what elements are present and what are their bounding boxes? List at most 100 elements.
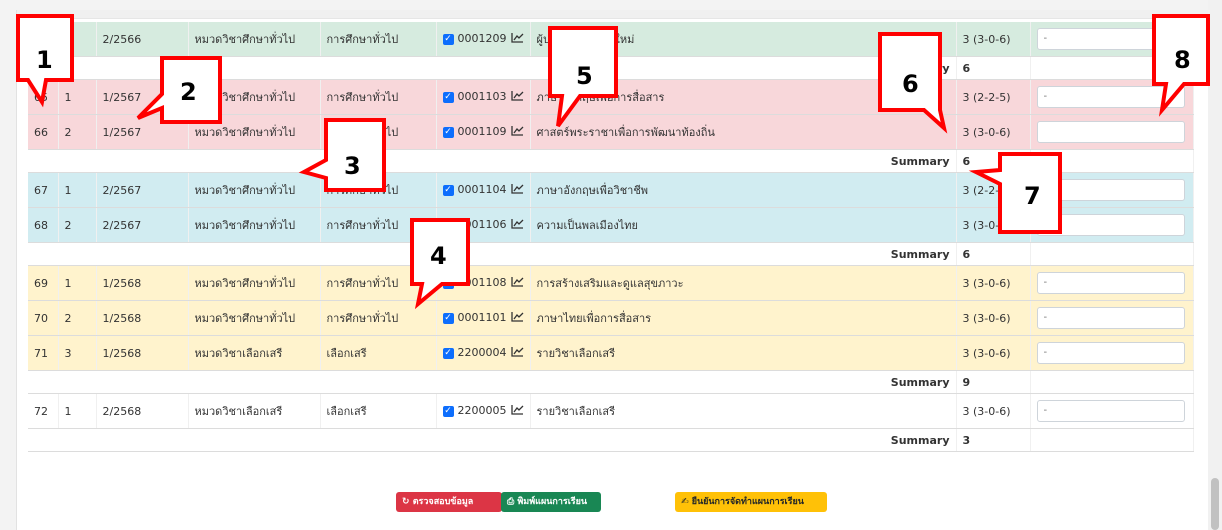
row-sequence: 2 <box>64 311 72 325</box>
row-sequence: 1 <box>64 276 72 290</box>
callout-5-number: 5 <box>576 62 593 90</box>
course-code: 0001109 <box>457 125 507 138</box>
row-course-name-cell: ความเป็นพลเมืองไทย <box>530 207 957 243</box>
row-term-cell: 1/2568 <box>96 335 189 371</box>
row-course-group: หมวดวิชาศึกษาทั่วไป <box>194 184 296 197</box>
chart-line-icon[interactable] <box>510 346 524 360</box>
plan-input-field[interactable] <box>1036 121 1185 143</box>
plan-input-field[interactable]: - <box>1036 342 1185 364</box>
row-term: 1/2568 <box>102 311 142 325</box>
plan-input-field[interactable]: - <box>1036 272 1185 294</box>
row-plan-input-cell: - <box>1030 265 1194 301</box>
print-icon: ⎙ <box>507 497 515 507</box>
row-term: 1/2568 <box>102 276 142 290</box>
row-sequence: 1 <box>64 183 72 197</box>
row-course-name: การสร้างเสริมและดูแลสุขภาวะ <box>536 277 684 290</box>
callout-2-number: 2 <box>180 78 197 106</box>
row-sequence-cell: 1 <box>58 172 97 208</box>
row-course-group-cell: หมวดวิชาศึกษาทั่วไป <box>188 265 321 301</box>
row-credit-cell: 3 (3-0-6) <box>956 114 1031 150</box>
row-sequence-cell: 2 <box>58 114 97 150</box>
row-sequence-cell: 1 <box>58 265 97 301</box>
selected-checkbox[interactable]: ✓ <box>442 347 454 359</box>
row-course-group: หมวดวิชาเลือกเสรี <box>194 405 283 418</box>
row-number-cell: 72 <box>28 393 59 429</box>
row-course-name-cell: ภาษาไทยเพื่อการสื่อสาร <box>530 300 957 336</box>
chart-line-icon[interactable] <box>510 218 524 232</box>
course-code: 0001103 <box>457 90 507 103</box>
chart-line-icon[interactable] <box>510 32 524 46</box>
selected-checkbox[interactable]: ✓ <box>442 33 454 45</box>
selected-checkbox[interactable]: ✓ <box>442 126 454 138</box>
row-course-name-cell: รายวิชาเลือกเสรี <box>530 335 957 371</box>
row-term-cell: 2/2567 <box>96 207 189 243</box>
chart-line-icon[interactable] <box>510 404 524 418</box>
course-row: 69 1 1/2568 หมวดวิชาศึกษาทั่วไป การศึกษาทั่ว… <box>28 265 1194 301</box>
row-number-cell: 71 <box>28 335 59 371</box>
row-course-name: ภาษาอังกฤษเพื่อวิชาชีพ <box>536 184 649 197</box>
plan-input-field[interactable]: - <box>1036 400 1185 422</box>
summary-value: 6 <box>956 56 1031 80</box>
row-course-name: รายวิชาเลือกเสรี <box>536 347 616 360</box>
selected-checkbox[interactable]: ✓ <box>442 312 454 324</box>
row-sequence-cell: 2 <box>58 300 97 336</box>
row-credit-cell: 3 (3-0-6) <box>956 22 1031 57</box>
row-plan-input-cell: - <box>1030 393 1194 429</box>
print-plan-button[interactable]: ⎙ พิมพ์แผนการเรียน <box>501 492 601 512</box>
callout-6-number: 6 <box>902 70 919 98</box>
row-course-code-cell: ✓ 2200005 <box>436 393 531 429</box>
summary-label: Summary <box>28 428 957 452</box>
callout-6: 6 <box>876 30 948 137</box>
callout-2: 2 <box>136 56 226 131</box>
row-course-category: การศึกษาทั่วไป <box>326 312 399 325</box>
selected-checkbox[interactable]: ✓ <box>442 405 454 417</box>
row-course-category: เลือกเสรี <box>326 347 367 360</box>
row-course-group: หมวดวิชาศึกษาทั่วไป <box>194 312 296 325</box>
confirm-plan-button[interactable]: ✍ ยืนยันการจัดทำแผนการเรียน <box>675 492 827 512</box>
selected-checkbox[interactable]: ✓ <box>442 184 454 196</box>
callout-3: 3 <box>298 116 390 199</box>
row-term: 2/2568 <box>102 404 142 418</box>
row-number: 66 <box>34 125 48 139</box>
chart-line-icon[interactable] <box>510 90 524 104</box>
plan-input-field[interactable]: - <box>1036 307 1185 329</box>
row-term: 2/2567 <box>102 218 142 232</box>
row-course-group: หมวดวิชาศึกษาทั่วไป <box>194 277 296 290</box>
course-row: 71 3 1/2568 หมวดวิชาเลือกเสรี เลือกเสรี ✓ 2200… <box>28 335 1194 371</box>
row-course-category: การศึกษาทั่วไป <box>326 33 399 46</box>
row-credit: 3 (2-2-5) <box>962 90 1011 104</box>
callout-4-number: 4 <box>430 242 447 270</box>
row-credit-cell: 3 (3-0-6) <box>956 300 1031 336</box>
row-number-cell: 66 <box>28 114 59 150</box>
row-course-group: หมวดวิชาศึกษาทั่วไป <box>194 219 296 232</box>
check-data-button[interactable]: ↻ ตรวจสอบข้อมูล <box>396 492 502 512</box>
row-course-category-cell: การศึกษาทั่วไป <box>320 22 437 57</box>
course-row: 72 1 2/2568 หมวดวิชาเลือกเสรี เลือกเสรี ✓ 2200… <box>28 393 1194 429</box>
row-course-group: หมวดวิชาศึกษาทั่วไป <box>194 33 296 46</box>
chart-line-icon[interactable] <box>510 183 524 197</box>
row-course-category-cell: เลือกเสรี <box>320 335 437 371</box>
row-number: 72 <box>34 404 48 418</box>
scrollbar-thumb[interactable] <box>1211 478 1219 530</box>
print-plan-label: พิมพ์แผนการเรียน <box>517 497 588 507</box>
summary-blank <box>1030 370 1194 394</box>
row-number-cell: 68 <box>28 207 59 243</box>
row-course-category: การศึกษาทั่วไป <box>326 219 399 232</box>
chart-line-icon[interactable] <box>510 125 524 139</box>
callout-7-number: 7 <box>1024 182 1041 210</box>
chart-line-icon[interactable] <box>510 311 524 325</box>
row-sequence: 2 <box>64 218 72 232</box>
row-number: 69 <box>34 276 48 290</box>
selected-checkbox[interactable]: ✓ <box>442 91 454 103</box>
row-sequence: 3 <box>64 346 72 360</box>
row-course-group-cell: หมวดวิชาเลือกเสรี <box>188 335 321 371</box>
row-sequence: 2 <box>64 125 72 139</box>
summary-value: 6 <box>956 242 1031 266</box>
summary-label: Summary <box>28 242 957 266</box>
chart-line-icon[interactable] <box>510 276 524 290</box>
row-course-code-cell: ✓ 2200004 <box>436 335 531 371</box>
row-course-group-cell: หมวดวิชาศึกษาทั่วไป <box>188 207 321 243</box>
row-course-name: ภาษาไทยเพื่อการสื่อสาร <box>536 312 652 325</box>
row-term-cell: 2/2566 <box>96 22 189 57</box>
row-plan-input-cell <box>1030 114 1194 150</box>
